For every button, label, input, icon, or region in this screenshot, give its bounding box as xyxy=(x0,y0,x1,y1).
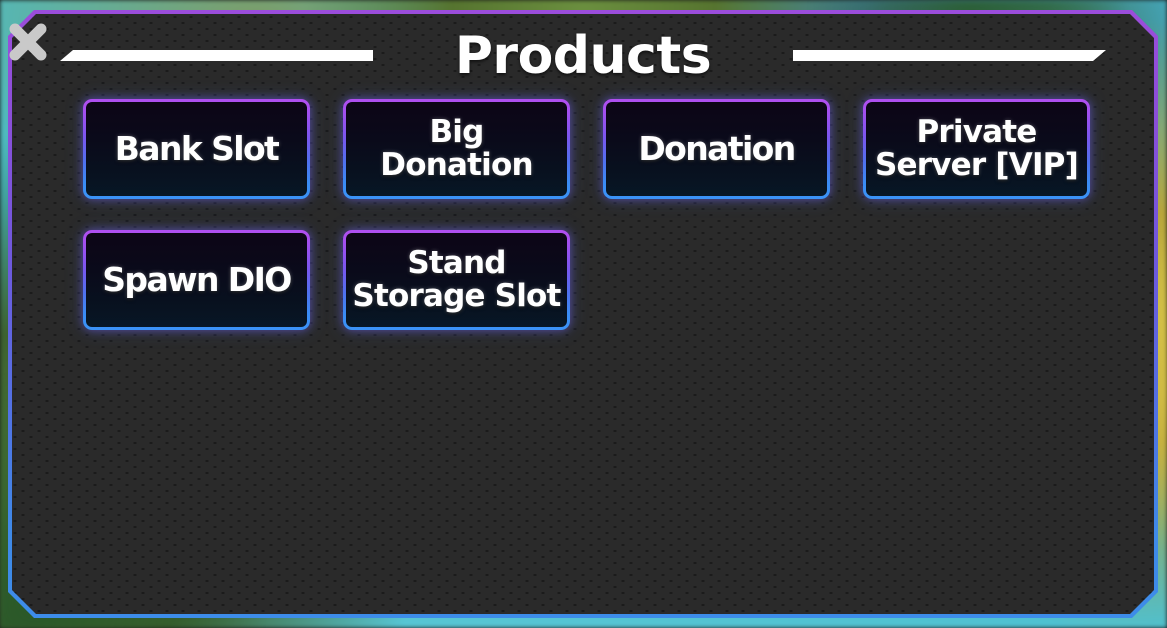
product-button-face: Bank Slot xyxy=(86,102,307,196)
product-button-big-donation[interactable]: Big Donation xyxy=(343,99,570,199)
game-screen: Products Bank Slot Big Donation Donation xyxy=(0,0,1167,628)
products-panel: Products Bank Slot Big Donation Donation xyxy=(8,10,1158,618)
product-label: Donation xyxy=(638,129,795,168)
product-button-private-server-vip[interactable]: Private Server [VIP] xyxy=(863,99,1090,199)
products-panel-body: Products Bank Slot Big Donation Donation xyxy=(12,14,1154,614)
product-label: Bank Slot xyxy=(114,129,279,168)
panel-header: Products xyxy=(12,14,1154,92)
product-label: Stand Storage Slot xyxy=(352,245,561,314)
product-button-bank-slot[interactable]: Bank Slot xyxy=(83,99,310,199)
product-label: Spawn DIO xyxy=(102,260,291,299)
product-button-face: Private Server [VIP] xyxy=(866,102,1087,196)
product-button-face: Stand Storage Slot xyxy=(346,233,567,327)
close-button[interactable] xyxy=(4,18,52,66)
close-x-icon xyxy=(9,23,47,61)
product-button-spawn-dio[interactable]: Spawn DIO xyxy=(83,230,310,330)
product-button-donation[interactable]: Donation xyxy=(603,99,830,199)
product-button-face: Donation xyxy=(606,102,827,196)
product-label: Private Server [VIP] xyxy=(875,114,1078,183)
product-button-face: Spawn DIO xyxy=(86,233,307,327)
product-label: Big Donation xyxy=(380,114,533,183)
products-grid: Bank Slot Big Donation Donation Private … xyxy=(83,99,1103,330)
product-button-stand-storage-slot[interactable]: Stand Storage Slot xyxy=(343,230,570,330)
product-button-face: Big Donation xyxy=(346,102,567,196)
page-title: Products xyxy=(454,26,712,86)
